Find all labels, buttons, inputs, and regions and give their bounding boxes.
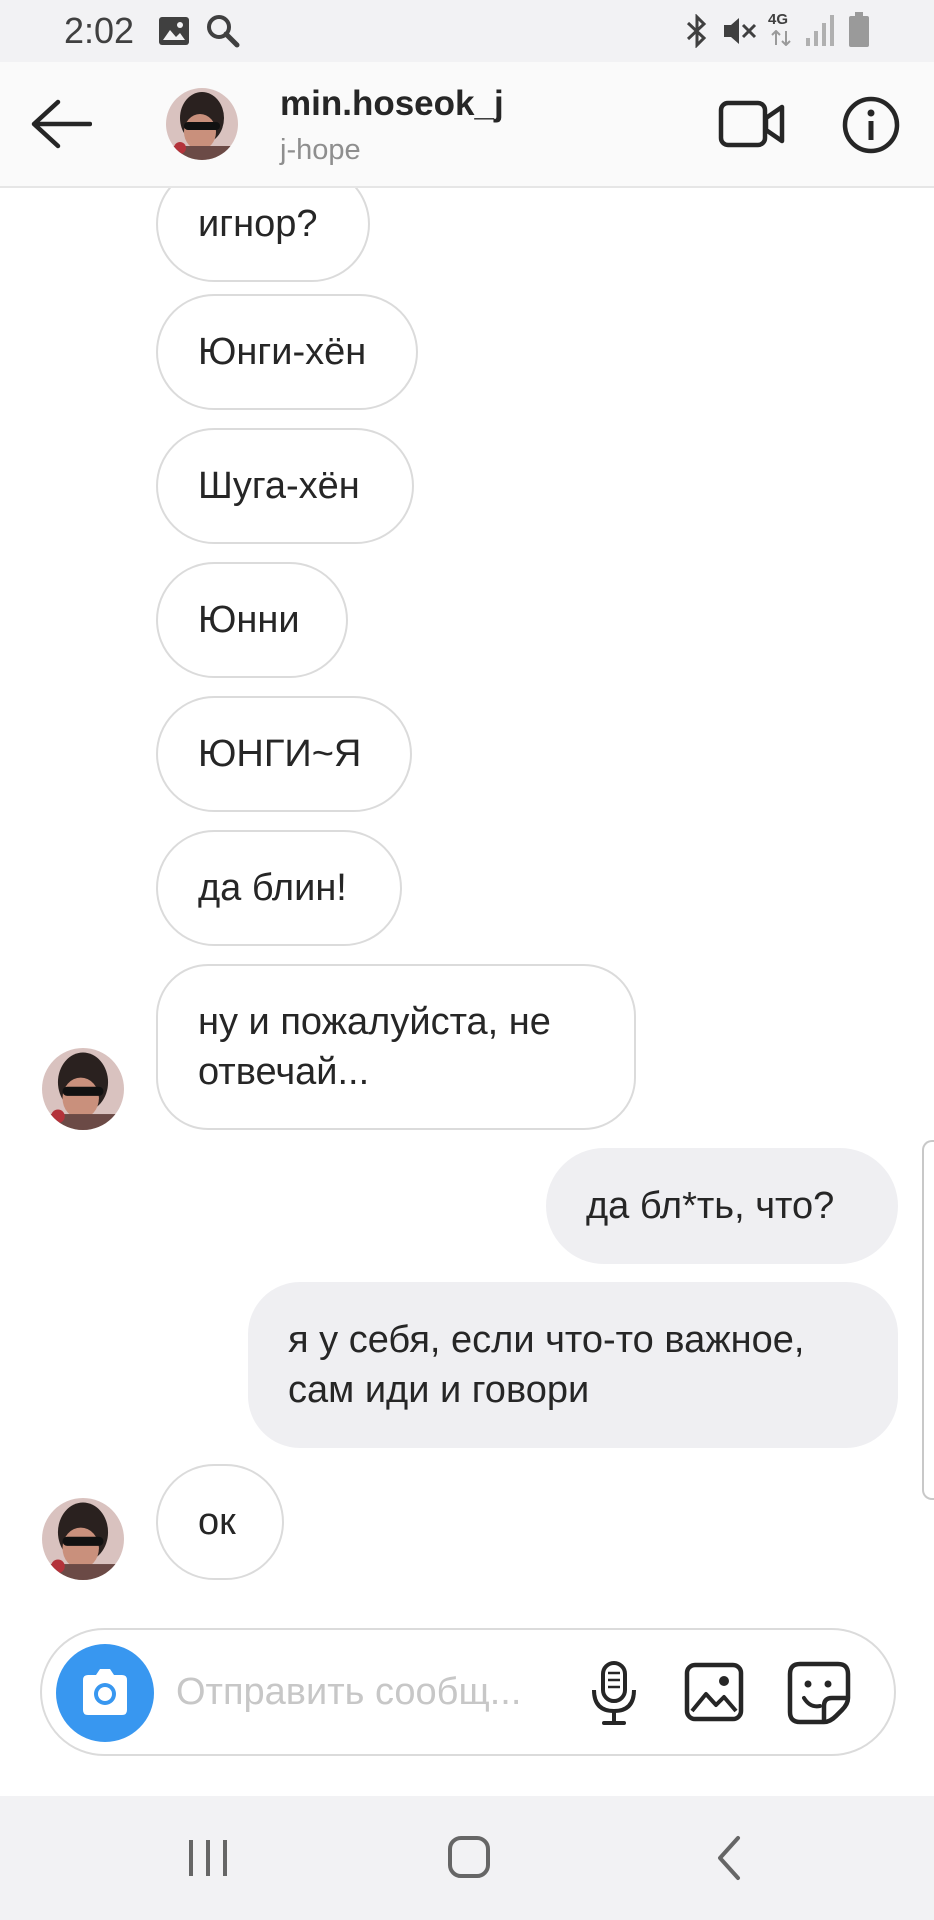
message-bubble-incoming[interactable]: да блин! bbox=[156, 830, 402, 946]
message-composer bbox=[40, 1628, 896, 1756]
gallery-icon[interactable] bbox=[684, 1662, 744, 1722]
battery-icon bbox=[849, 12, 869, 47]
image-icon bbox=[159, 17, 189, 45]
message-text: да бл*ть, что? bbox=[586, 1185, 835, 1227]
message-bubble-incoming[interactable]: ЮНГИ~Я bbox=[156, 696, 412, 812]
scrollbar-thumb[interactable] bbox=[922, 1140, 934, 1500]
message-bubble-incoming[interactable]: Юнни bbox=[156, 562, 348, 678]
message-text: да блин! bbox=[198, 867, 347, 909]
status-bar: 2:02 4G bbox=[0, 0, 934, 62]
data-arrows-icon bbox=[771, 30, 791, 46]
recent-apps-icon[interactable] bbox=[178, 1832, 238, 1884]
message-text: Шуга-хён bbox=[198, 465, 360, 507]
contact-username[interactable]: min.hoseok_j bbox=[280, 84, 504, 124]
microphone-icon[interactable] bbox=[584, 1660, 644, 1726]
message-bubble-incoming[interactable]: ну и пожалуйста, не отвечай... bbox=[156, 964, 636, 1130]
mute-icon bbox=[724, 18, 757, 44]
system-nav-bar bbox=[0, 1796, 934, 1920]
sender-avatar[interactable] bbox=[42, 1498, 124, 1580]
home-icon[interactable] bbox=[438, 1832, 498, 1884]
contact-display-name: j-hope bbox=[280, 134, 361, 166]
message-text: я у себя, если что-то важное, сам иди и … bbox=[288, 1319, 805, 1411]
message-text: ну и пожалуйста, не отвечай... bbox=[198, 1001, 551, 1093]
video-camera-icon[interactable] bbox=[718, 98, 786, 150]
message-text: ЮНГИ~Я bbox=[198, 733, 362, 775]
sticker-icon[interactable] bbox=[786, 1660, 852, 1726]
message-bubble-incoming[interactable]: Шуга-хён bbox=[156, 428, 414, 544]
message-bubble-incoming[interactable]: игнор? bbox=[156, 188, 370, 282]
camera-button[interactable] bbox=[56, 1644, 154, 1742]
message-thread[interactable]: игнор? Юнги-хён Шуга-хён Юнни ЮНГИ~Я да … bbox=[0, 188, 934, 1608]
message-text: Юнни bbox=[198, 599, 300, 641]
message-bubble-incoming[interactable]: ок bbox=[156, 1464, 284, 1580]
contact-avatar[interactable] bbox=[166, 88, 238, 160]
network-type: 4G bbox=[768, 11, 789, 28]
bluetooth-icon bbox=[686, 14, 707, 48]
search-icon bbox=[207, 15, 240, 48]
back-arrow-icon[interactable] bbox=[28, 98, 92, 150]
chat-header: min.hoseok_j j-hope bbox=[0, 62, 934, 188]
message-input[interactable] bbox=[176, 1660, 596, 1724]
message-text: Юнги-хён bbox=[198, 331, 367, 373]
camera-icon bbox=[83, 1669, 127, 1715]
back-icon[interactable] bbox=[700, 1832, 760, 1884]
signal-icon bbox=[806, 15, 834, 46]
info-icon[interactable] bbox=[842, 96, 900, 154]
message-text: ок bbox=[198, 1501, 236, 1543]
status-time: 2:02 bbox=[64, 10, 135, 51]
message-bubble-outgoing[interactable]: да бл*ть, что? bbox=[546, 1148, 898, 1264]
sender-avatar[interactable] bbox=[42, 1048, 124, 1130]
message-bubble-incoming[interactable]: Юнги-хён bbox=[156, 294, 418, 410]
message-bubble-outgoing[interactable]: я у себя, если что-то важное, сам иди и … bbox=[248, 1282, 898, 1448]
message-text: игнор? bbox=[198, 203, 318, 245]
